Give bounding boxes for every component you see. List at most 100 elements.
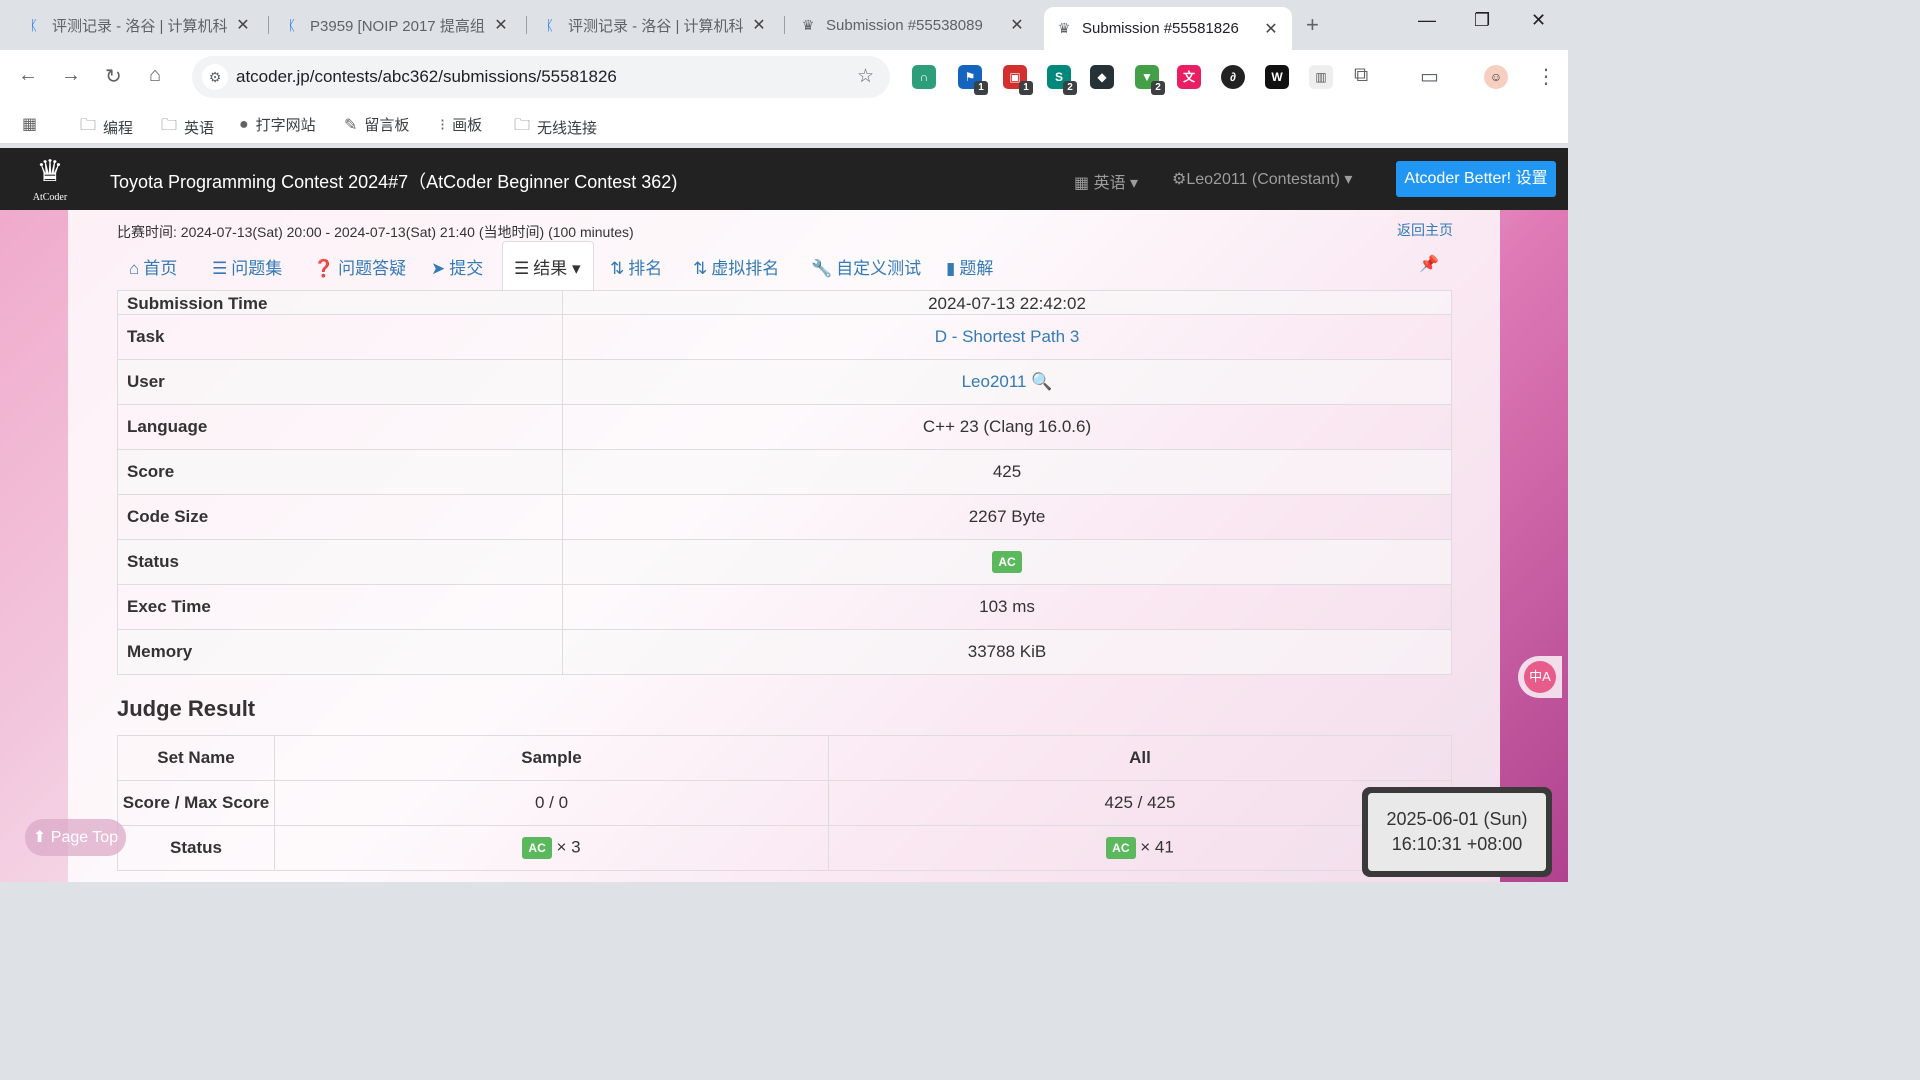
gear-icon: ⚙ [1172, 171, 1187, 188]
row-key: Submission Time [117, 290, 563, 315]
home-icon[interactable]: ⌂ [149, 64, 161, 87]
bookmark-folder[interactable]: 🗀 无线连接 [514, 114, 597, 141]
close-window-button[interactable]: ✕ [1531, 10, 1546, 31]
extension-icon[interactable]: ◆ [1090, 65, 1114, 89]
close-icon[interactable]: ✕ [234, 15, 252, 35]
clock-time: 16:10:31 +08:00 [1391, 834, 1523, 854]
back-icon[interactable]: ← [18, 64, 38, 87]
close-icon[interactable]: ✕ [750, 15, 768, 35]
translate-floating-button[interactable]: 中A [1518, 656, 1562, 698]
close-icon[interactable]: ✕ [1008, 15, 1026, 35]
tab-label: 题解 [959, 259, 994, 278]
browser-tab[interactable]: ♛ Submission #55538089 ✕ [788, 7, 1038, 43]
user-link[interactable]: Leo2011 [962, 372, 1027, 391]
tab-custom-test[interactable]: 🔧 自定义测试 [811, 254, 921, 279]
home-icon: ⌂ [129, 259, 140, 278]
tab-label: 问题答疑 [338, 259, 407, 278]
atcoder-logo[interactable]: ♛ AtCoder [18, 152, 82, 206]
arrow-up-icon: ⬆ [32, 829, 47, 846]
apps-icon[interactable]: ▦ [22, 114, 44, 134]
tab-home[interactable]: ⌂ 首页 [129, 254, 177, 279]
page-top-button[interactable]: ⬆ Page Top [25, 819, 126, 856]
user-dropdown[interactable]: ⚙Leo2011 (Contestant) ▾ [1172, 169, 1352, 189]
tab-editorial[interactable]: ▮ 题解 [946, 254, 993, 279]
extension-icon[interactable]: ▼ 2 [1135, 65, 1165, 95]
tab-separator [526, 16, 527, 34]
tab-clarifications[interactable]: ❓ 问题答疑 [313, 254, 406, 279]
table-header-row: Set Name Sample All [117, 735, 1452, 781]
browser-tab[interactable]: ᛕ 评测记录 - 洛谷 | 计算机科 ✕ [14, 7, 264, 43]
browser-tab-active[interactable]: ♛ Submission #55581826 ✕ [1044, 7, 1292, 50]
row-key: User [117, 359, 563, 405]
tab-title: 评测记录 - 洛谷 | 计算机科 [52, 17, 228, 35]
address-bar[interactable]: ⚙ atcoder.jp/contests/abc362/submissions… [192, 56, 890, 98]
bookmark-folder[interactable]: 🗀 编程 [80, 114, 133, 141]
tab-results[interactable]: ☰ 结果 ▾ [514, 254, 581, 279]
restore-button[interactable]: ❐ [1474, 10, 1490, 31]
tab-tasks[interactable]: ☰ 问题集 [212, 254, 282, 279]
browser-toolbar: ← → ↻ ⌂ ⚙ atcoder.jp/contests/abc362/sub… [0, 50, 1568, 104]
forward-icon[interactable]: → [61, 64, 81, 87]
main-container: 比赛时间: 2024-07-13(Sat) 20:00 - 2024-07-13… [68, 210, 1500, 882]
bookmark-link[interactable]: ✎ 留言板 [344, 114, 409, 135]
browser-tab[interactable]: ᛕ P3959 [NOIP 2017 提高组 ✕ [272, 7, 522, 43]
column-header: All [828, 735, 1452, 781]
pin-icon[interactable]: 📌 [1419, 254, 1439, 274]
tab-label: 排名 [628, 259, 663, 278]
search-icon[interactable]: 🔍 [1031, 372, 1052, 391]
avatar[interactable]: ☺ [1484, 65, 1508, 89]
contest-title[interactable]: Toyota Programming Contest 2024#7（AtCode… [110, 168, 677, 194]
minimize-button[interactable]: — [1418, 10, 1436, 31]
extension-icon[interactable]: W [1265, 65, 1289, 89]
status-badge: AC [1106, 837, 1136, 859]
tab-virtual-standings[interactable]: ⇅ 虚拟排名 [693, 254, 779, 279]
close-icon[interactable]: ✕ [492, 15, 510, 35]
translate-extension-icon[interactable]: 文 [1177, 65, 1201, 89]
row-key: Score / Max Score [117, 780, 275, 826]
extension-icon[interactable]: ∂ [1221, 65, 1245, 89]
send-icon: ➤ [431, 259, 446, 278]
bookmark-folder[interactable]: 🗀 英语 [161, 114, 214, 141]
extensions-puzzle-icon[interactable]: ⧉ [1354, 64, 1368, 87]
folder-icon: 🗀 [80, 117, 97, 134]
table-row: Language C++ 23 (Clang 16.0.6) [117, 404, 1452, 450]
table-row: User Leo2011 🔍 [117, 359, 1452, 405]
reload-icon[interactable]: ↻ [105, 64, 122, 89]
site-icon: ● [239, 115, 249, 133]
bookmark-label: 英语 [184, 120, 215, 137]
bookmark-star-icon[interactable]: ☆ [857, 65, 874, 88]
extension-badge: 1 [974, 81, 988, 95]
language-dropdown[interactable]: ▦ 英语 ▾ [1074, 169, 1138, 193]
table-row: Code Size 2267 Byte [117, 494, 1452, 540]
table-row: Submission Time 2024-07-13 22:42:02 [117, 290, 1452, 315]
desktop-clock-widget: 2025-06-01 (Sun) 16:10:31 +08:00 [1362, 787, 1552, 877]
extension-icon[interactable]: ▣ 1 [1003, 65, 1033, 95]
translate-icon: 中A [1524, 661, 1556, 693]
wrench-icon: 🔧 [811, 259, 833, 278]
close-icon[interactable]: ✕ [1262, 19, 1280, 39]
luogu-icon: ᛕ [29, 17, 39, 33]
task-link[interactable]: D - Shortest Path 3 [935, 327, 1080, 346]
url-text[interactable]: atcoder.jp/contests/abc362/submissions/5… [236, 67, 617, 87]
site-info-icon[interactable]: ⚙ [202, 64, 228, 90]
extension-icon[interactable]: ⚑ 1 [958, 65, 988, 95]
tab-submit[interactable]: ➤ 提交 [431, 254, 483, 279]
back-home-link[interactable]: 返回主页 [1397, 220, 1453, 240]
tab-label: 提交 [449, 259, 484, 278]
menu-icon[interactable]: ⋮ [1536, 64, 1556, 89]
chart-extension-icon[interactable]: ▥ [1309, 65, 1333, 89]
table-row: Exec Time 103 ms [117, 584, 1452, 630]
new-tab-button[interactable]: + [1306, 12, 1319, 38]
tab-label: 虚拟排名 [711, 259, 780, 278]
bookmark-link[interactable]: ⁝ 画板 [440, 114, 482, 135]
extension-icon[interactable]: S2 [1047, 65, 1077, 95]
atcoder-better-button[interactable]: Atcoder Better! 设置 [1396, 161, 1556, 197]
bookmark-label: 无线连接 [537, 120, 598, 137]
reading-mode-icon[interactable]: ▭ [1420, 64, 1439, 89]
extension-badge: 2 [1063, 81, 1077, 95]
bookmark-link[interactable]: ● 打字网站 [239, 114, 316, 135]
browser-tab[interactable]: ᛕ 评测记录 - 洛谷 | 计算机科 ✕ [530, 7, 780, 43]
tab-standings[interactable]: ⇅ 排名 [610, 254, 662, 279]
status-badge: AC [992, 551, 1022, 573]
extension-icon[interactable]: ∩ [912, 65, 936, 89]
